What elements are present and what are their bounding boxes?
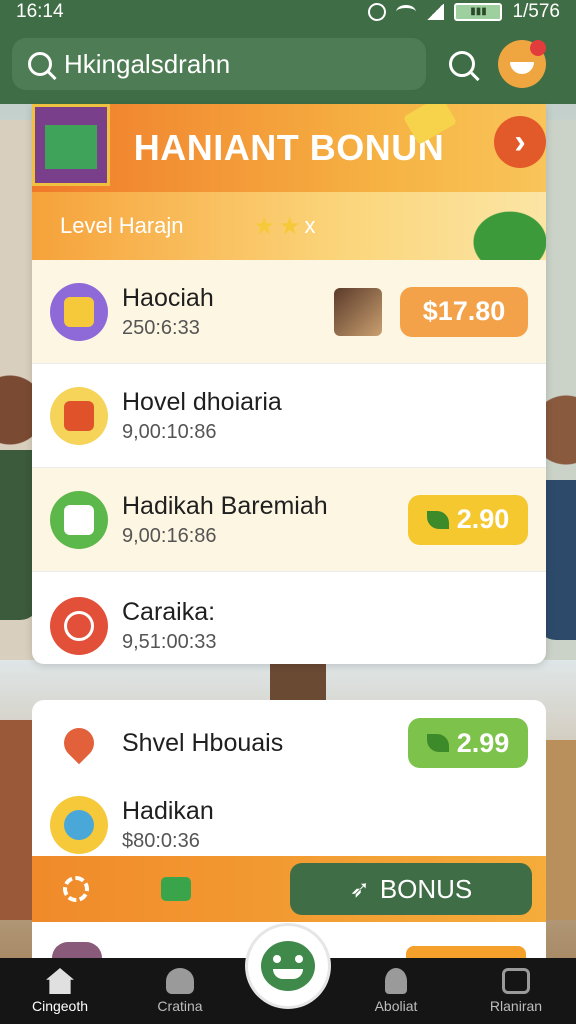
- alarm-icon: [368, 3, 387, 21]
- search-icon: [28, 52, 52, 76]
- list-item[interactable]: Haociah 250:6:33 $17.80: [32, 260, 546, 364]
- nav-item-profile[interactable]: Aboliat: [336, 958, 456, 1024]
- refresh-icon: [63, 876, 89, 902]
- wifi-icon: [396, 5, 417, 19]
- item-title: Hovel dhoiaria: [122, 387, 282, 416]
- nav-item-home[interactable]: Cingeoth: [0, 958, 120, 1024]
- level-label: Level Harajn: [60, 213, 184, 238]
- bonus-banner: HANIANT BONUN ›: [32, 104, 546, 192]
- item-amount-button[interactable]: $17.80: [400, 286, 528, 337]
- item-amount-button[interactable]: 2.90: [408, 494, 528, 545]
- item-title: Hadikah Baremiah: [122, 491, 328, 520]
- heart-next-button[interactable]: ›: [494, 116, 546, 168]
- action-bar: ➶ BONUS: [32, 856, 546, 922]
- item-title: Hadikan: [122, 797, 214, 825]
- nav-label: Aboliat: [374, 998, 418, 1014]
- level-bar: Level Harajn ★ ★ x: [32, 192, 546, 260]
- heart-icon: [50, 714, 108, 772]
- item-amount: 2.90: [456, 504, 510, 534]
- list-item[interactable]: Hadikan $80:0:36: [32, 784, 546, 866]
- bonus-card: HANIANT BONUN › Level Harajn ★ ★ x Haoci…: [32, 104, 546, 664]
- bonus-button[interactable]: ➶ BONUS: [290, 863, 532, 915]
- list-item[interactable]: Caraika: 9,51:00:33: [32, 572, 546, 664]
- basket-icon: [50, 796, 108, 854]
- item-title: Haociah: [122, 283, 214, 312]
- home-icon: [46, 968, 74, 994]
- avatar[interactable]: [498, 40, 546, 88]
- item-title: Shvel Hbouais: [122, 729, 284, 757]
- gift-box-illustration: [32, 104, 110, 186]
- search-icon: [449, 51, 475, 77]
- peek-icon: [52, 942, 102, 958]
- item-thumbnail: [334, 287, 382, 336]
- item-title: Caraika:: [122, 598, 216, 626]
- status-clock-right: 1/576: [512, 1, 560, 22]
- signal-icon: [426, 4, 445, 20]
- leaf-illustration: [450, 192, 546, 260]
- wallet-icon: [161, 877, 191, 901]
- bonus-label: BONUS: [379, 873, 473, 904]
- status-icons: ▮▮▮ 1/576: [368, 1, 560, 23]
- wallet-button[interactable]: [146, 864, 206, 914]
- search-button[interactable]: [438, 40, 486, 88]
- item-time: 9,00:10:86: [122, 420, 217, 443]
- leaf-icon: [426, 734, 449, 752]
- people-icon: [166, 968, 194, 994]
- search-text: Hkingalsdrahn: [64, 48, 231, 79]
- level-stars: ★ ★ x: [254, 212, 316, 241]
- nav-item-wallet[interactable]: Rlaniran: [456, 958, 576, 1024]
- item-time: $80:0:36: [122, 830, 200, 852]
- list-item[interactable]: Shvel Hbouais 2.99: [32, 702, 546, 784]
- nav-item-people[interactable]: Cratina: [120, 958, 240, 1024]
- rocket-icon: ➶: [349, 875, 370, 903]
- target-icon: [50, 597, 108, 655]
- smiley-chat-icon: [261, 941, 315, 991]
- item-time: 250:6:33: [122, 316, 200, 339]
- nav-label: Cingeoth: [31, 998, 89, 1014]
- gift-icon: [50, 282, 108, 341]
- status-time: 16:14: [16, 1, 64, 22]
- item-time: 9,00:16:86: [122, 524, 217, 547]
- item-amount-button[interactable]: 2.99: [408, 718, 528, 768]
- search-input[interactable]: Hkingalsdrahn: [12, 38, 426, 90]
- star-icon: ★: [279, 212, 301, 240]
- leaf-icon: [426, 510, 449, 529]
- battery-icon: ▮▮▮: [454, 3, 503, 21]
- star-icon: ★: [253, 212, 276, 240]
- envelope-icon: [50, 490, 108, 549]
- item-time: 9,51:00:33: [122, 631, 217, 653]
- ticket-icon: [50, 386, 108, 445]
- list-item[interactable]: Hadikah Baremiah 9,00:16:86 2.90: [32, 468, 546, 572]
- chat-fab-button[interactable]: [248, 926, 328, 1006]
- item-amount: 2.99: [456, 727, 510, 758]
- nav-label: Cratina: [157, 998, 203, 1014]
- list-item[interactable]: Hovel dhoiaria 9,00:10:86: [32, 364, 546, 468]
- app-header: Hkingalsdrahn: [0, 24, 576, 104]
- wallet-icon: [502, 968, 530, 994]
- banner-title: HANIANT BONUN: [133, 127, 445, 168]
- peek-pill: [406, 946, 526, 958]
- stars-suffix: x: [304, 213, 316, 238]
- status-bar: 16:14 ▮▮▮ 1/576: [0, 0, 576, 24]
- refresh-button[interactable]: [46, 864, 106, 914]
- person-icon: [385, 968, 407, 994]
- background-tree: [270, 660, 326, 704]
- nav-label: Rlaniran: [489, 998, 543, 1014]
